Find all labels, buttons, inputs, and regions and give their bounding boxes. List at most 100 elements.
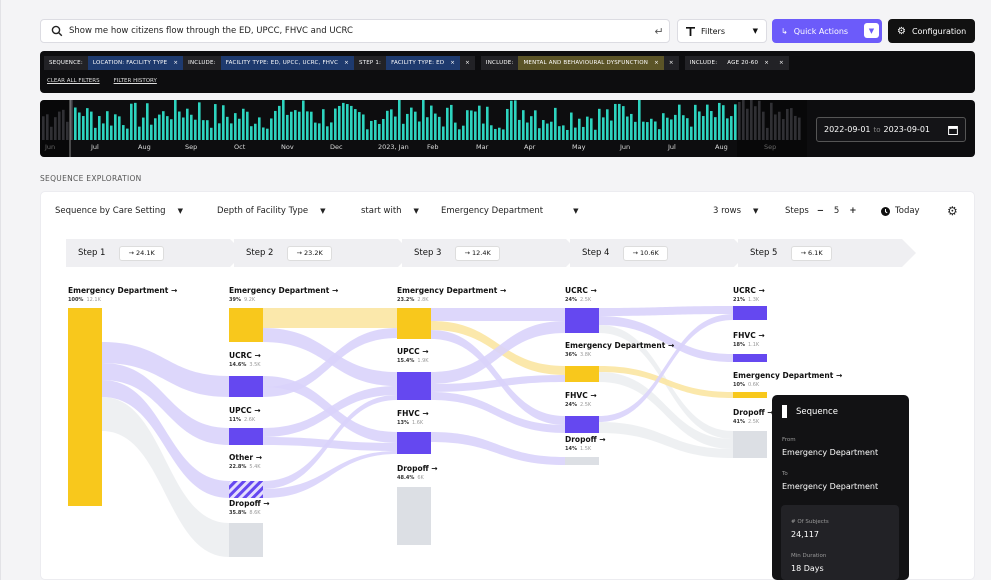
- node-label[interactable]: Other →: [229, 453, 262, 462]
- histogram-bar: [686, 118, 689, 140]
- filter-chip[interactable]: ×: [774, 56, 789, 70]
- filter-chip[interactable]: ×: [663, 56, 679, 70]
- configuration-button[interactable]: ⚙ Configuration: [888, 19, 975, 43]
- histogram-bar: [498, 127, 501, 140]
- histogram-bar: [370, 120, 373, 140]
- histogram-bar: [78, 112, 81, 140]
- histogram-bar: [238, 118, 241, 140]
- node-label[interactable]: Emergency Department →: [229, 286, 338, 295]
- node-stats: 13% 1.6K: [397, 420, 423, 426]
- filter-chip-text: ×: [465, 60, 470, 66]
- histogram-bar: [602, 117, 605, 140]
- quick-actions-button[interactable]: ↳ Quick Actions ▼: [772, 19, 882, 43]
- node-label[interactable]: Emergency Department →: [733, 371, 842, 380]
- histogram-bar: [394, 116, 397, 140]
- histogram-bar: [426, 117, 429, 140]
- histogram-bar: [402, 123, 405, 140]
- histogram-bar: [254, 123, 257, 140]
- filters-button[interactable]: Filters ▼: [677, 19, 767, 43]
- node-stats: 24% 2.5K: [565, 402, 591, 408]
- histogram-bar: [82, 116, 85, 140]
- chevron-down-icon: ▼: [752, 27, 758, 35]
- tooltip-from-value: Emergency Department: [782, 448, 879, 457]
- node-count: 1.9K: [417, 358, 429, 364]
- close-icon[interactable]: ×: [450, 60, 455, 66]
- node-label[interactable]: UCRC →: [565, 286, 597, 295]
- enter-icon[interactable]: ↵: [649, 25, 669, 38]
- histogram-bar: [174, 100, 177, 140]
- chevron-down-icon[interactable]: ▼: [864, 23, 879, 38]
- histogram-bar: [586, 116, 589, 140]
- tooltip-stats: # Of Subjects 24,117 Min Duration 18 Day…: [781, 505, 899, 580]
- node-label[interactable]: FHVC →: [397, 409, 429, 418]
- filter-chip: SEQUENCE:: [44, 56, 88, 70]
- histogram-bar: [462, 125, 465, 140]
- arrow-right-icon: →: [168, 286, 178, 295]
- node-label[interactable]: UPCC →: [397, 347, 429, 356]
- node-label[interactable]: FHVC →: [733, 331, 765, 340]
- histogram-bar: [114, 114, 117, 140]
- node-percent: 15.4%: [397, 358, 415, 364]
- node-label[interactable]: UPCC →: [229, 406, 261, 415]
- sankey-node: [565, 308, 599, 333]
- clear-filters-link[interactable]: CLEAR ALL FILTERS: [47, 78, 100, 84]
- close-icon[interactable]: ×: [344, 60, 349, 66]
- node-label[interactable]: Dropoff →: [229, 499, 270, 508]
- histogram-bar: [662, 113, 665, 140]
- node-count: 1.1K: [747, 342, 760, 348]
- histogram-bar: [202, 120, 205, 140]
- histogram-bar: [578, 118, 581, 140]
- gear-icon: ⚙: [897, 25, 906, 37]
- close-icon[interactable]: ×: [764, 60, 769, 66]
- histogram-bar: [678, 104, 681, 140]
- histogram-bar: [86, 108, 89, 140]
- date-range-picker[interactable]: 2022-09-01 to 2023-09-01: [816, 117, 966, 142]
- close-icon[interactable]: ×: [654, 60, 659, 66]
- sankey-node: [733, 392, 767, 398]
- node-label[interactable]: UCRC →: [229, 351, 261, 360]
- histogram-bar: [650, 118, 653, 140]
- node-label[interactable]: Emergency Department →: [68, 286, 177, 295]
- histogram-bar: [714, 117, 717, 140]
- filter-chip-text: MENTAL AND BEHAVIOURAL DYSFUNCTION: [523, 60, 649, 66]
- search-query[interactable]: Show me how citizens flow through the ED…: [69, 26, 649, 36]
- close-icon[interactable]: ×: [173, 60, 178, 66]
- node-name: Dropoff: [565, 435, 597, 444]
- tooltip-from-label: From: [782, 437, 796, 443]
- month-label: Nov: [281, 143, 294, 151]
- node-percent: 36%: [565, 352, 577, 358]
- node-label[interactable]: UCRC →: [733, 286, 765, 295]
- histogram-bar: [542, 120, 545, 140]
- node-label[interactable]: Dropoff →: [733, 408, 774, 417]
- node-stats: 21% 1.3K: [733, 297, 759, 303]
- sequence-tooltip: Sequence From Emergency Department To Em…: [772, 395, 909, 580]
- quick-actions-icon: ↳: [781, 26, 788, 36]
- node-label[interactable]: Emergency Department →: [397, 286, 506, 295]
- histogram-bar: [106, 111, 109, 140]
- arrow-right-icon: →: [251, 406, 261, 415]
- node-percent: 48.4%: [397, 475, 415, 481]
- histogram-bar: [354, 109, 357, 140]
- arrow-right-icon: →: [755, 286, 765, 295]
- active-filters-bar: SEQUENCE: LOCATION: FACILITY TYPE × INCLUDE…: [40, 51, 975, 93]
- search-bar[interactable]: Show me how citizens flow through the ED…: [40, 19, 670, 43]
- node-label[interactable]: Dropoff →: [397, 464, 438, 473]
- histogram-bar: [262, 127, 265, 140]
- node-label[interactable]: Dropoff →: [565, 435, 606, 444]
- histogram-bar: [486, 106, 489, 140]
- date-to-label: to: [873, 125, 881, 134]
- filter-history-link[interactable]: FILTER HISTORY: [114, 78, 157, 84]
- histogram-bar: [110, 125, 113, 140]
- histogram-bar: [646, 122, 649, 140]
- node-label[interactable]: FHVC →: [565, 391, 597, 400]
- tooltip-to-value: Emergency Department: [782, 482, 879, 491]
- histogram-bar: [674, 114, 677, 140]
- node-label[interactable]: Emergency Department →: [565, 341, 674, 350]
- histogram-bar: [74, 107, 77, 140]
- filter-chip[interactable]: ×: [460, 56, 475, 70]
- node-stats: 36% 3.8K: [565, 352, 591, 358]
- month-label: Sep: [185, 143, 197, 151]
- histogram-bar: [502, 129, 505, 140]
- filter-chip: FACILITY TYPE: ED, UPCC, UCRC, FHVC ×: [220, 56, 354, 70]
- sankey-node: [397, 487, 431, 545]
